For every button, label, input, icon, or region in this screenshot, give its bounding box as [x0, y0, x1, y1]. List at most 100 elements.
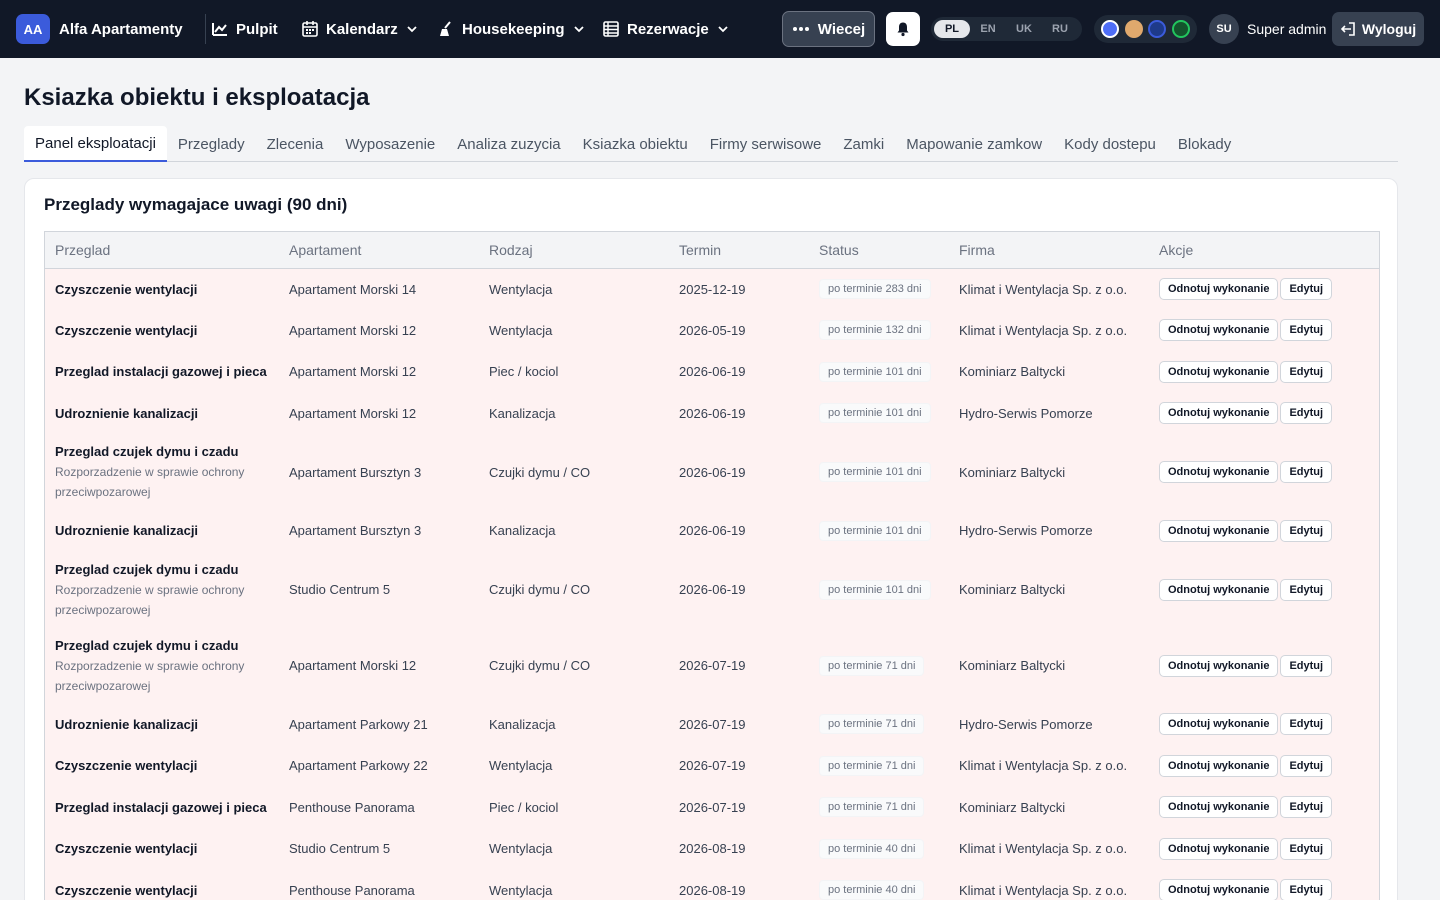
- status-badge: po terminie 101 dni: [819, 403, 931, 424]
- cell-apartment: Apartament Bursztyn 3: [289, 523, 422, 539]
- cell-actions: Odnotuj wykonanie Edytuj: [1149, 393, 1379, 435]
- cell-apartment: Apartament Parkowy 22: [289, 758, 428, 774]
- column-header[interactable]: Rodzaj: [479, 232, 669, 269]
- tab-analiza-zuzycia[interactable]: Analiza zuzycia: [446, 126, 571, 162]
- edit-button[interactable]: Edytuj: [1280, 654, 1333, 677]
- complete-button[interactable]: Odnotuj wykonanie: [1159, 796, 1279, 819]
- cell-date: 2026-06-19: [679, 464, 746, 480]
- cell-status: po terminie 132 dni: [809, 310, 949, 352]
- complete-button[interactable]: Odnotuj wykonanie: [1159, 278, 1279, 300]
- theme-green[interactable]: [1172, 20, 1191, 38]
- edit-button[interactable]: Edytuj: [1280, 578, 1333, 601]
- cell-status: po terminie 71 dni: [809, 745, 949, 787]
- cell-apartment: Apartament Morski 12: [289, 405, 417, 421]
- inspection-note: Rozporzadzenie w sprawie ochrony przeciw…: [55, 582, 245, 617]
- table-header-row: Przeglad Apartament Rodzaj Termin Status…: [45, 232, 1379, 269]
- complete-button[interactable]: Odnotuj wykonanie: [1159, 879, 1279, 900]
- inspection-name: Czyszczenie wentylacji: [55, 758, 198, 774]
- user-menu[interactable]: SU Super admin: [1209, 14, 1326, 44]
- cell-type: Piec / kociol: [489, 799, 559, 815]
- complete-button[interactable]: Odnotuj wykonanie: [1159, 578, 1279, 601]
- brand[interactable]: AA Alfa Apartamenty: [16, 14, 183, 44]
- complete-button[interactable]: Odnotuj wykonanie: [1159, 754, 1279, 777]
- column-header[interactable]: Przeglad: [45, 232, 279, 269]
- nav-item-rezerwacje[interactable]: Rezerwacje: [602, 0, 728, 58]
- tab-firmy-serwisowe[interactable]: Firmy serwisowe: [699, 126, 833, 162]
- cell-inspection: Czyszczenie wentylacji: [45, 268, 279, 310]
- edit-button[interactable]: Edytuj: [1280, 796, 1333, 819]
- user-name: Super admin: [1247, 21, 1327, 37]
- lang-uk[interactable]: UK: [1006, 20, 1042, 38]
- tab-przeglady[interactable]: Przeglady: [167, 126, 256, 162]
- tab-ksiazka-obiektu[interactable]: Ksiazka obiektu: [572, 126, 699, 162]
- complete-button[interactable]: Odnotuj wykonanie: [1159, 461, 1279, 483]
- complete-button[interactable]: Odnotuj wykonanie: [1159, 837, 1279, 860]
- complete-button[interactable]: Odnotuj wykonanie: [1159, 519, 1279, 542]
- theme-sand[interactable]: [1124, 20, 1143, 38]
- column-header[interactable]: Termin: [669, 232, 809, 269]
- complete-button[interactable]: Odnotuj wykonanie: [1159, 713, 1279, 736]
- cell-status: po terminie 71 dni: [809, 704, 949, 746]
- edit-button[interactable]: Edytuj: [1280, 879, 1333, 900]
- cell-status: po terminie 283 dni: [809, 268, 949, 310]
- tab-wyposazenie[interactable]: Wyposazenie: [334, 126, 446, 162]
- cell-status: po terminie 101 dni: [809, 351, 949, 393]
- complete-button[interactable]: Odnotuj wykonanie: [1159, 402, 1279, 425]
- tab-mapowanie-zamkow[interactable]: Mapowanie zamkow: [895, 126, 1053, 162]
- lang-ru[interactable]: RU: [1042, 20, 1078, 38]
- nav-item-pulpit[interactable]: Pulpit: [211, 0, 278, 58]
- column-header[interactable]: Status: [809, 232, 949, 269]
- edit-button[interactable]: Edytuj: [1280, 319, 1333, 342]
- complete-button[interactable]: Odnotuj wykonanie: [1159, 360, 1279, 383]
- edit-button[interactable]: Edytuj: [1280, 461, 1333, 483]
- tab-zlecenia[interactable]: Zlecenia: [256, 126, 335, 162]
- column-header[interactable]: Apartament: [279, 232, 479, 269]
- cell-company: Kominiarz Baltycki: [959, 582, 1066, 597]
- nav-item-housekeeping[interactable]: Housekeeping: [437, 0, 584, 58]
- edit-button[interactable]: Edytuj: [1280, 360, 1333, 383]
- tab-panel-eksploatacji[interactable]: Panel eksploatacji: [24, 126, 167, 162]
- cell-status: po terminie 101 dni: [809, 434, 949, 510]
- status-badge: po terminie 71 dni: [819, 714, 925, 735]
- inspection-name: Przeglad czujek dymu i czadu: [55, 444, 239, 459]
- language-switcher: PL EN UK RU: [931, 17, 1082, 41]
- cell-inspection: Udroznienie kanalizacji: [45, 393, 279, 435]
- complete-button[interactable]: Odnotuj wykonanie: [1159, 319, 1279, 342]
- edit-button[interactable]: Edytuj: [1280, 519, 1333, 542]
- notifications-button[interactable]: [886, 12, 920, 46]
- table-row: Udroznienie kanalizacji Apartament Parkow…: [45, 703, 1379, 746]
- lang-en[interactable]: EN: [970, 20, 1006, 38]
- complete-button[interactable]: Odnotuj wykonanie: [1159, 654, 1279, 677]
- theme-navy[interactable]: [1148, 20, 1167, 38]
- cell-apartment: Studio Centrum 5: [289, 841, 391, 857]
- edit-button[interactable]: Edytuj: [1280, 278, 1333, 300]
- column-header[interactable]: Firma: [949, 232, 1149, 269]
- cell-inspection: Przeglad czujek dymu i czadu Rozporzadzen…: [45, 552, 279, 628]
- tab-blokady[interactable]: Blokady: [1167, 126, 1242, 162]
- cell-actions: Odnotuj wykonanie Edytuj: [1149, 351, 1379, 393]
- tab-kody-dostepu[interactable]: Kody dostepu: [1053, 126, 1167, 162]
- tab-zamki[interactable]: Zamki: [832, 126, 895, 162]
- inspection-name: Czyszczenie wentylacji: [55, 322, 198, 338]
- cell-company: Klimat i Wentylacja Sp. z o.o.: [959, 882, 1128, 898]
- status-badge: po terminie 40 dni: [819, 838, 925, 859]
- lang-pl[interactable]: PL: [934, 20, 970, 38]
- chevron-down-icon: [573, 26, 584, 33]
- cell-type: Kanalizacja: [489, 716, 556, 732]
- more-button[interactable]: Wiecej: [782, 11, 875, 47]
- inspection-name: Udroznienie kanalizacji: [55, 716, 199, 732]
- theme-blue[interactable]: [1100, 20, 1119, 38]
- edit-button[interactable]: Edytuj: [1280, 754, 1333, 777]
- logout-button[interactable]: Wyloguj: [1332, 12, 1424, 46]
- cell-actions: Odnotuj wykonanie Edytuj: [1149, 828, 1379, 870]
- inspection-name: Czyszczenie wentylacji: [55, 281, 198, 297]
- chevron-down-icon: [407, 26, 417, 33]
- edit-button[interactable]: Edytuj: [1280, 837, 1333, 860]
- cell-type: Czujki dymu / CO: [489, 658, 591, 673]
- cell-actions: Odnotuj wykonanie Edytuj: [1149, 870, 1379, 900]
- more-label: Wiecej: [817, 20, 866, 38]
- cell-status: po terminie 71 dni: [809, 787, 949, 829]
- edit-button[interactable]: Edytuj: [1280, 713, 1333, 736]
- edit-button[interactable]: Edytuj: [1280, 402, 1333, 425]
- nav-item-kalendarz[interactable]: Kalendarz: [301, 0, 417, 58]
